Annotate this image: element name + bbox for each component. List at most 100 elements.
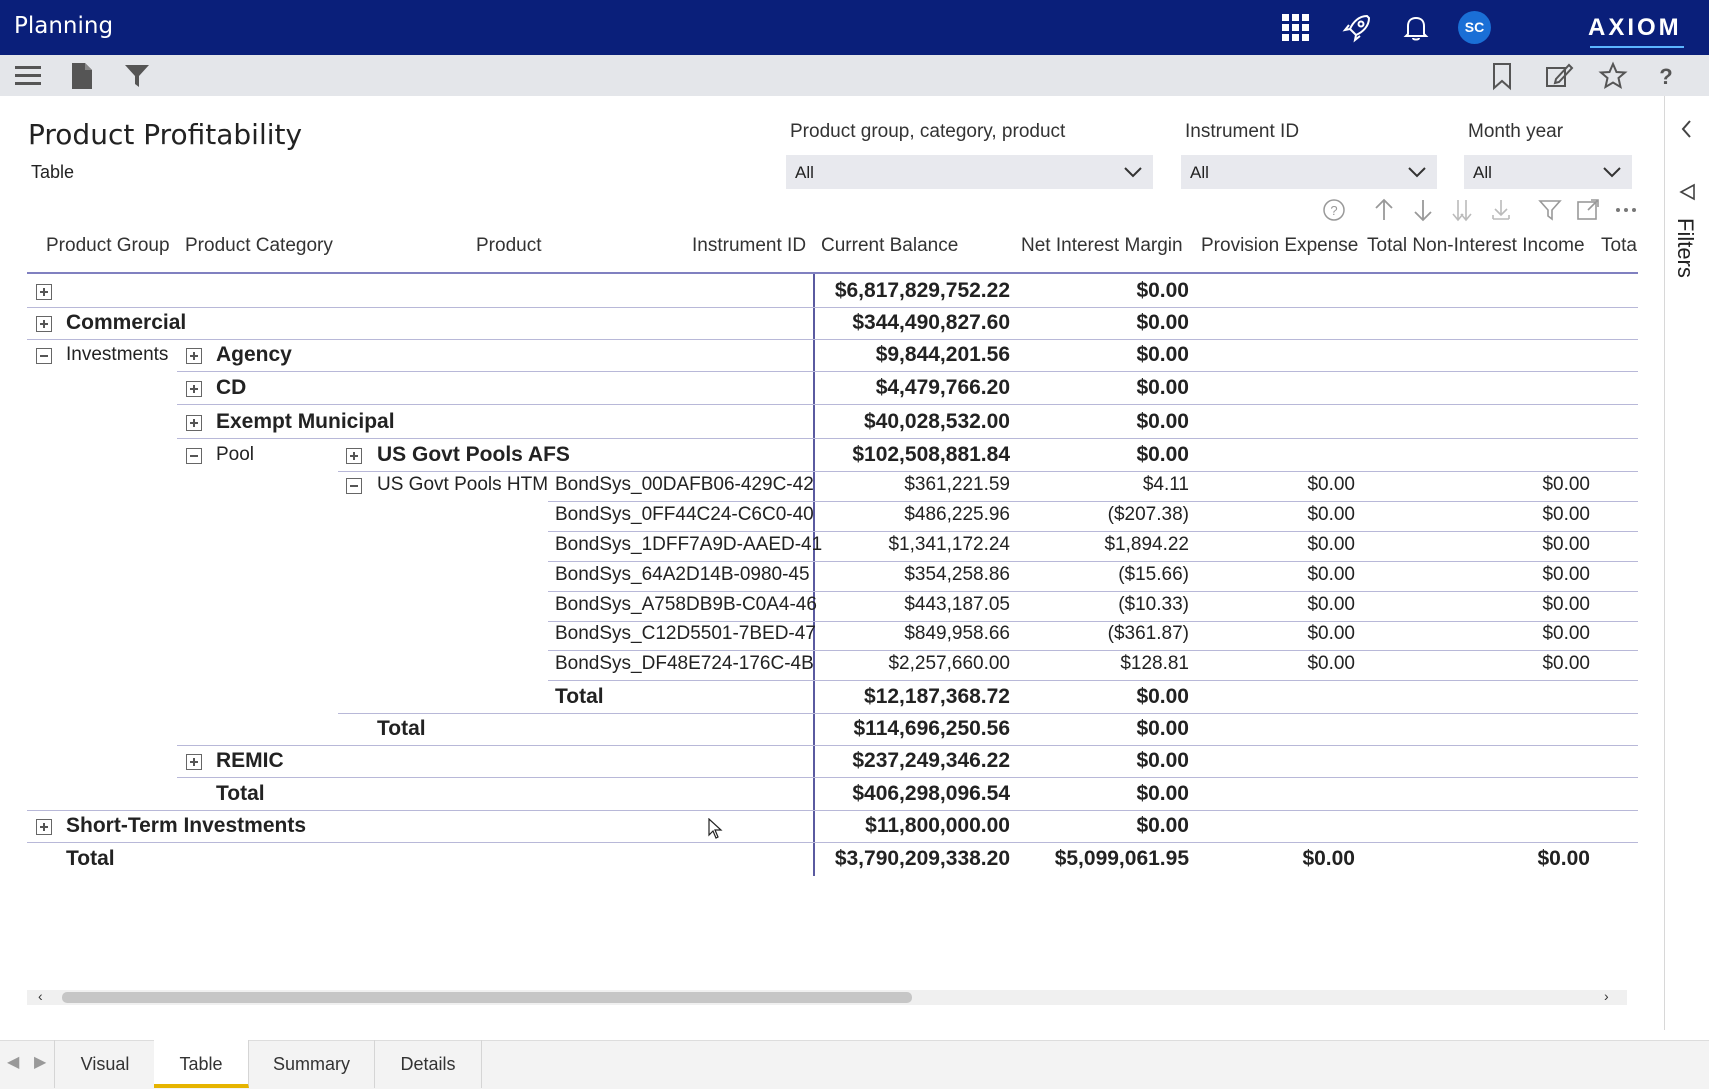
cell-net-interest-margin: $0.00	[1136, 443, 1189, 466]
expand-row-icon[interactable]	[186, 381, 202, 397]
expand-row-icon[interactable]	[186, 754, 202, 770]
star-icon[interactable]	[1598, 61, 1628, 91]
cell-net-interest-margin: $5,099,061.95	[1054, 847, 1189, 870]
app-header: Planning	[0, 0, 1709, 55]
cell-product-group: Total	[66, 847, 115, 870]
expand-next-level-icon[interactable]	[1449, 197, 1475, 223]
cell-total-non-interest-income: $0.00	[1542, 653, 1590, 674]
cell-total-non-interest-income: $0.00	[1542, 623, 1590, 644]
apps-grid-icon[interactable]	[1280, 12, 1312, 44]
col-header-instrument-id[interactable]: Instrument ID	[692, 235, 806, 257]
slicer-product-dropdown[interactable]: All	[786, 155, 1153, 189]
collapse-row-icon[interactable]	[36, 348, 52, 364]
edit-icon[interactable]	[1544, 61, 1574, 91]
tab-table[interactable]: Table	[154, 1040, 249, 1088]
col-header-product-category[interactable]: Product Category	[185, 235, 333, 257]
expand-all-icon[interactable]	[1488, 197, 1514, 223]
cell-product-category: Total	[216, 782, 265, 805]
cell-current-balance: $40,028,532.00	[864, 410, 1010, 433]
collapse-pane-icon[interactable]	[1678, 118, 1696, 140]
scrollbar-thumb[interactable]	[62, 992, 912, 1003]
cell-product-group: Investments	[66, 344, 169, 365]
cell-current-balance: $9,844,201.56	[875, 343, 1010, 366]
slicer-instrument-value: All	[1190, 163, 1209, 182]
row-divider	[177, 438, 1638, 439]
expand-row-icon[interactable]	[186, 348, 202, 364]
drill-up-icon[interactable]	[1371, 197, 1397, 223]
filter-icon[interactable]	[122, 61, 152, 91]
cell-net-interest-margin: $4.11	[1142, 474, 1189, 495]
expand-row-icon[interactable]	[346, 448, 362, 464]
cell-total-non-interest-income: $0.00	[1542, 564, 1590, 585]
row-divider	[548, 531, 1638, 532]
col-header-total-non-interest-income[interactable]: Total Non-Interest Income	[1367, 235, 1585, 257]
row-divider	[177, 404, 1638, 405]
user-avatar[interactable]: SC	[1458, 11, 1491, 44]
info-icon[interactable]: ?	[1321, 197, 1347, 223]
col-header-net-interest-margin[interactable]: Net Interest Margin	[1021, 235, 1183, 257]
help-icon[interactable]: ?	[1651, 61, 1681, 91]
cell-total-non-interest-income: $0.00	[1542, 504, 1590, 525]
expand-row-icon[interactable]	[36, 316, 52, 332]
cell-current-balance: $6,817,829,752.22	[834, 279, 1010, 302]
collapse-row-icon[interactable]	[346, 478, 362, 494]
tab-scroll-left-icon[interactable]: ◀	[7, 1052, 19, 1072]
send-icon[interactable]	[1678, 182, 1698, 202]
cell-total-non-interest-income: $0.00	[1542, 474, 1590, 495]
more-options-icon[interactable]	[1613, 197, 1639, 223]
cell-instrument-id: BondSys_DF48E724-176C-4B	[555, 653, 814, 674]
row-divider	[548, 621, 1638, 622]
row-divider	[177, 777, 1638, 778]
bookmark-icon[interactable]	[1487, 61, 1517, 91]
col-header-product[interactable]: Product	[476, 235, 541, 257]
row-divider	[338, 471, 1638, 472]
cell-provision-expense: $0.00	[1307, 534, 1355, 555]
cell-current-balance: $1,341,172.24	[888, 534, 1010, 555]
col-header-provision-expense[interactable]: Provision Expense	[1201, 235, 1358, 257]
visual-filter-icon[interactable]	[1537, 197, 1563, 223]
document-icon[interactable]	[67, 61, 97, 91]
cell-net-interest-margin: $0.00	[1136, 376, 1189, 399]
filters-pane-label[interactable]: Filters	[1672, 218, 1698, 278]
row-divider	[548, 680, 1638, 681]
cell-current-balance: $344,490,827.60	[852, 311, 1010, 334]
menu-icon[interactable]	[13, 61, 43, 91]
cell-total-non-interest-income: $0.00	[1542, 594, 1590, 615]
cell-product: US Govt Pools HTM	[377, 474, 549, 495]
col-header-current-balance[interactable]: Current Balance	[821, 235, 958, 257]
drill-down-icon[interactable]	[1410, 197, 1436, 223]
scroll-left-icon[interactable]: ‹	[38, 988, 43, 1004]
slicer-label-instrument: Instrument ID	[1185, 121, 1300, 142]
scroll-right-icon[interactable]: ›	[1604, 988, 1609, 1004]
col-header-truncated[interactable]: Tota	[1601, 235, 1637, 257]
cell-total-non-interest-income: $0.00	[1537, 847, 1590, 870]
cell-current-balance: $11,800,000.00	[865, 814, 1010, 837]
row-divider	[27, 842, 1638, 843]
cell-net-interest-margin: $0.00	[1136, 814, 1189, 837]
row-divider	[338, 713, 1638, 714]
cell-instrument-id: BondSys_00DAFB06-429C-42	[555, 474, 814, 495]
expand-row-icon[interactable]	[186, 415, 202, 431]
cell-current-balance: $114,696,250.56	[853, 717, 1011, 740]
slicer-instrument-dropdown[interactable]: All	[1181, 155, 1437, 189]
cell-current-balance: $406,298,096.54	[852, 782, 1010, 805]
tab-scroll-right-icon[interactable]: ▶	[34, 1052, 46, 1072]
focus-mode-icon[interactable]	[1575, 197, 1601, 223]
rocket-icon[interactable]	[1341, 12, 1373, 44]
chevron-down-icon	[1124, 167, 1142, 178]
tab-details[interactable]: Details	[375, 1040, 482, 1088]
cell-net-interest-margin: $0.00	[1136, 343, 1189, 366]
expand-row-icon[interactable]	[36, 819, 52, 835]
col-header-product-group[interactable]: Product Group	[46, 235, 170, 257]
tab-visual[interactable]: Visual	[54, 1040, 156, 1088]
row-divider	[548, 561, 1638, 562]
row-divider	[27, 339, 1638, 340]
slicer-month-dropdown[interactable]: All	[1464, 155, 1632, 189]
cell-current-balance: $354,258.86	[904, 564, 1010, 585]
collapse-row-icon[interactable]	[186, 448, 202, 464]
expand-row-icon[interactable]	[36, 284, 52, 300]
slicer-label-month: Month year	[1468, 121, 1564, 142]
row-divider	[548, 591, 1638, 592]
bell-icon[interactable]	[1400, 12, 1432, 44]
tab-summary[interactable]: Summary	[249, 1040, 375, 1088]
